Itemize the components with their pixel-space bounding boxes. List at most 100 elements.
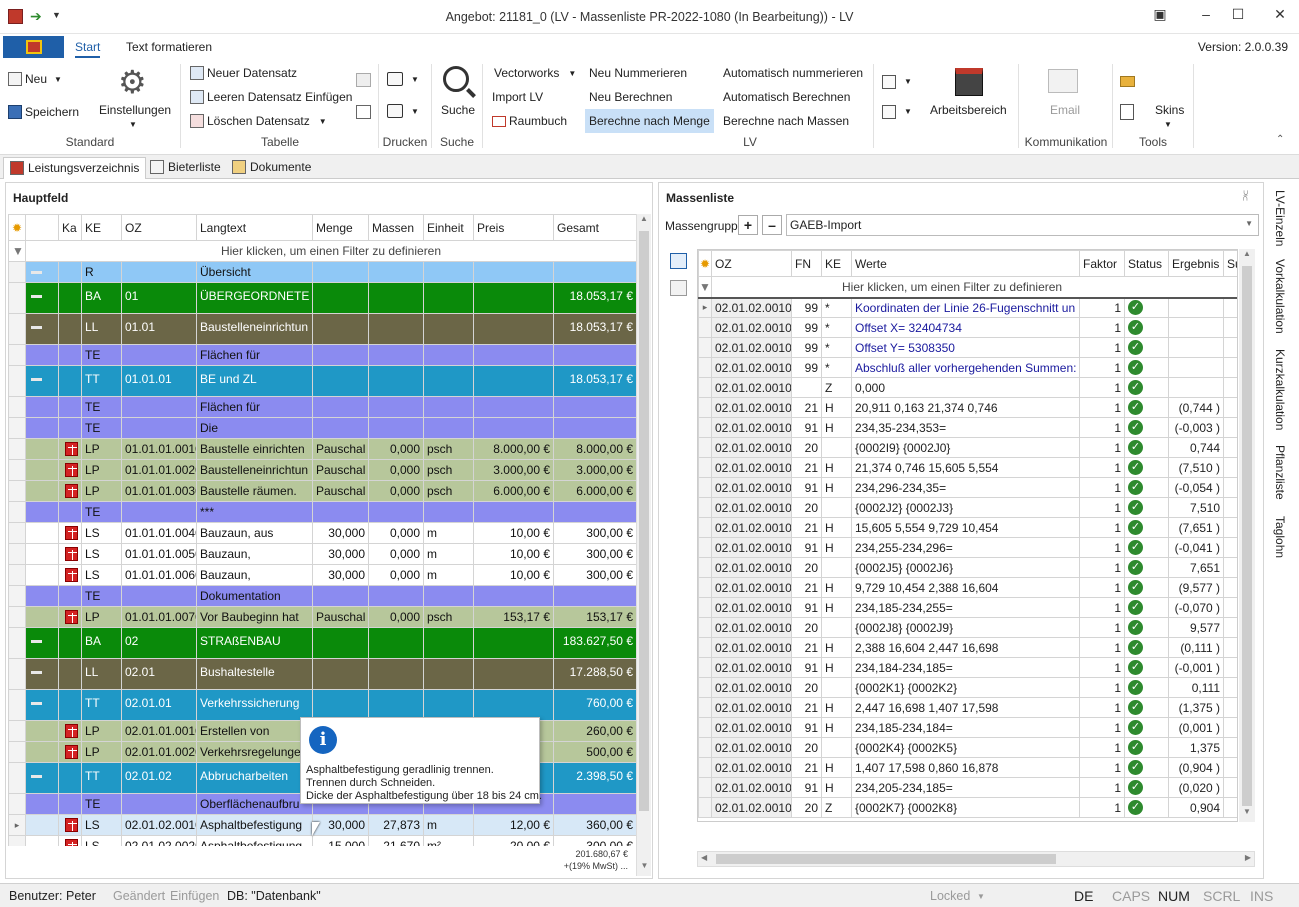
cell-faktor[interactable]: 1 bbox=[1079, 777, 1125, 798]
row-indicator[interactable] bbox=[698, 637, 712, 658]
row-indicator[interactable] bbox=[8, 627, 26, 659]
notes-icon[interactable] bbox=[1120, 104, 1134, 120]
header-menge[interactable]: Menge bbox=[312, 214, 369, 241]
table-row[interactable]: R Übersicht bbox=[8, 261, 636, 283]
cell-langtext[interactable]: Bauzaun, bbox=[196, 564, 313, 586]
cell-preis[interactable] bbox=[473, 627, 554, 659]
cell-faktor[interactable]: 1 bbox=[1079, 577, 1125, 598]
cell-einheit[interactable]: psch bbox=[423, 459, 474, 481]
cell-einheit[interactable] bbox=[423, 344, 474, 366]
cell-langtext[interactable]: Verkehrssicherung bbox=[196, 689, 313, 721]
cell-oz[interactable]: 02.01.01.0010 bbox=[121, 720, 197, 742]
row-indicator[interactable] bbox=[8, 564, 26, 586]
table-row[interactable]: 02.01.02.0010 91 H 234,35-234,353= 1 ✓ (-0,003… bbox=[698, 417, 1237, 438]
cell-oz[interactable]: 02.01.02.0010 bbox=[711, 557, 792, 578]
neu-nummerieren-button[interactable]: Neu Nummerieren bbox=[589, 66, 687, 80]
cell-menge[interactable] bbox=[312, 313, 369, 345]
cell-langtext[interactable]: Asphaltbefestigung bbox=[196, 814, 313, 836]
cell-faktor[interactable]: 1 bbox=[1079, 517, 1125, 538]
cell-oz[interactable]: 02.01.02.0010 bbox=[711, 637, 792, 658]
row-indicator[interactable] bbox=[8, 835, 26, 846]
cell-einheit[interactable] bbox=[423, 261, 474, 283]
cell-ke[interactable] bbox=[821, 437, 852, 458]
cell-oz[interactable]: 02.01.02.0010 bbox=[711, 677, 792, 698]
cell-massen[interactable]: 21,670 bbox=[368, 835, 424, 846]
remove-group-button[interactable]: – bbox=[762, 215, 782, 235]
neu-berechnen-button[interactable]: Neu Berechnen bbox=[589, 90, 672, 104]
cell-ke[interactable]: H bbox=[821, 657, 852, 678]
row-indicator[interactable] bbox=[8, 344, 26, 366]
cell-werte[interactable]: 21,374 0,746 15,605 5,554 bbox=[851, 457, 1080, 478]
table-row[interactable]: 02.01.02.0010 21 H 21,374 0,746 15,605 5,55… bbox=[698, 457, 1237, 478]
table-row[interactable]: 02.01.02.0010 20 Z {0002K7} {0002K8} 1 ✓ 0,904… bbox=[698, 797, 1237, 818]
table-row[interactable]: LP 01.01.01.0020 Baustelleneinrichtun Pausc… bbox=[8, 459, 636, 481]
cell-werte[interactable]: {0002K7} {0002K8} bbox=[851, 797, 1080, 818]
tab-vorkalkulation[interactable]: Vorkalkulation bbox=[1273, 259, 1287, 334]
row-indicator[interactable] bbox=[8, 313, 26, 345]
row-indicator[interactable] bbox=[8, 793, 26, 815]
cell-ke[interactable]: LP bbox=[81, 720, 122, 742]
cell-oz[interactable] bbox=[121, 585, 197, 607]
tab-dokumente[interactable]: Dokumente bbox=[226, 157, 317, 179]
cell-einheit[interactable] bbox=[423, 658, 474, 690]
locked-dropdown-icon[interactable]: ▼ bbox=[977, 892, 985, 901]
tab-lv-einzeln[interactable]: LV-Einzeln bbox=[1273, 190, 1287, 246]
row-indicator[interactable] bbox=[8, 365, 26, 397]
header-werte[interactable]: Werte bbox=[851, 250, 1080, 277]
automatisch-berechnen-button[interactable]: Automatisch Berechnen bbox=[723, 90, 850, 104]
cell-ke[interactable]: H bbox=[821, 517, 852, 538]
cell-ke[interactable] bbox=[821, 737, 852, 758]
table-row[interactable]: TE *** bbox=[8, 501, 636, 523]
cell-preis[interactable] bbox=[473, 396, 554, 418]
cell-werte[interactable]: 234,185-234,184= bbox=[851, 717, 1080, 738]
cell-oz[interactable]: 02.01.02.0010 bbox=[711, 357, 792, 378]
cell-ke[interactable]: BA bbox=[81, 627, 122, 659]
cell-preis[interactable]: 3.000,00 € bbox=[473, 459, 554, 481]
cell-langtext[interactable]: Flächen für bbox=[196, 344, 313, 366]
skins-button[interactable]: Skins bbox=[1155, 103, 1184, 117]
cell-einheit[interactable]: m bbox=[423, 814, 474, 836]
cell-ke[interactable]: TE bbox=[81, 501, 122, 523]
row-indicator[interactable] bbox=[8, 543, 26, 565]
cell-langtext[interactable]: Dokumentation bbox=[196, 585, 313, 607]
table-row[interactable]: 02.01.02.0010 20 {0002J8} {0002J9} 1 ✓ 9,577 bbox=[698, 617, 1237, 638]
row-indicator[interactable] bbox=[8, 658, 26, 690]
table-row[interactable]: 02.01.02.0010 21 H 2,388 16,604 2,447 16,69… bbox=[698, 637, 1237, 658]
cell-ke[interactable]: Z bbox=[821, 797, 852, 818]
row-indicator[interactable] bbox=[8, 585, 26, 607]
cell-werte[interactable]: 2,388 16,604 2,447 16,698 bbox=[851, 637, 1080, 658]
cell-preis[interactable]: 12,00 € bbox=[473, 814, 554, 836]
table-row[interactable]: LS 01.01.01.0050 Bauzaun, 30,000 0,000 m 10,00… bbox=[8, 543, 636, 565]
cell-langtext[interactable]: Flächen für bbox=[196, 396, 313, 418]
cell-massen[interactable] bbox=[368, 501, 424, 523]
header-oz[interactable]: OZ bbox=[121, 214, 197, 241]
cell-ke[interactable]: H bbox=[821, 717, 852, 738]
cell-massen[interactable] bbox=[368, 396, 424, 418]
table-row[interactable]: 02.01.02.0010 21 H 20,911 0,163 21,374 0,74… bbox=[698, 397, 1237, 418]
cell-massen[interactable]: 0,000 bbox=[368, 522, 424, 544]
cell-ke[interactable]: H bbox=[821, 577, 852, 598]
tab-leistungsverzeichnis[interactable]: Leistungsverzeichnis bbox=[3, 157, 147, 179]
cell-menge[interactable] bbox=[312, 658, 369, 690]
email-button[interactable]: Email bbox=[1050, 103, 1080, 117]
cell-einheit[interactable]: m bbox=[423, 543, 474, 565]
cell-faktor[interactable]: 1 bbox=[1079, 337, 1125, 358]
einstellungen-dropdown-icon[interactable]: ▼ bbox=[129, 120, 137, 129]
new-row-icon[interactable]: ✹ bbox=[698, 250, 712, 277]
expand-toggle[interactable] bbox=[25, 365, 59, 397]
cell-werte[interactable]: 1,407 17,598 0,860 16,878 bbox=[851, 757, 1080, 778]
cell-ke[interactable]: LS bbox=[81, 522, 122, 544]
expand-toggle[interactable] bbox=[25, 658, 59, 690]
row-indicator[interactable] bbox=[698, 677, 712, 698]
cell-oz[interactable]: 01.01.01.0040 bbox=[121, 522, 197, 544]
cell-ke[interactable]: LP bbox=[81, 606, 122, 628]
copy-dropdown-icon[interactable]: ▼ bbox=[904, 77, 912, 86]
row-indicator[interactable] bbox=[8, 606, 26, 628]
grid-clear-icon[interactable] bbox=[670, 280, 687, 296]
cell-fn[interactable]: 21 bbox=[791, 397, 822, 418]
table-row[interactable]: TT 02.01.01 Verkehrssicherung 760,00 € bbox=[8, 689, 636, 721]
expand-toggle[interactable] bbox=[25, 762, 59, 794]
cell-einheit[interactable] bbox=[423, 365, 474, 397]
cell-oz[interactable]: 02.01.02.0010 bbox=[711, 317, 792, 338]
cell-einheit[interactable]: m² bbox=[423, 835, 474, 846]
